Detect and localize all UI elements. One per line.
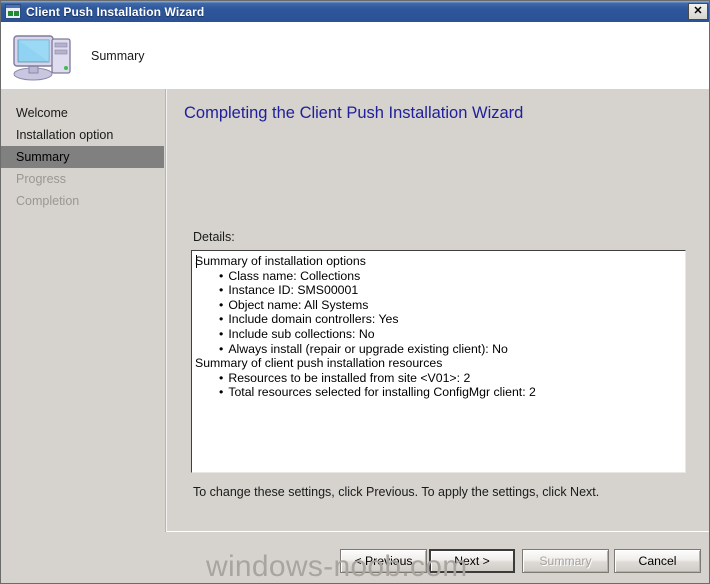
detail-line: Include sub collections: No <box>195 327 681 342</box>
text-caret <box>196 255 197 268</box>
detail-line: Instance ID: SMS00001 <box>195 283 681 298</box>
computer-icon <box>13 34 71 80</box>
client-push-installation-wizard-window: Client Push Installation Wizard ✕ Summar… <box>0 0 710 584</box>
details-content: Summary of installation options Class na… <box>192 251 685 404</box>
sidebar-item-installation-option[interactable]: Installation option <box>1 124 164 146</box>
cancel-button[interactable]: Cancel <box>614 549 701 573</box>
window-title: Client Push Installation Wizard <box>26 4 205 19</box>
title-bar: Client Push Installation Wizard ✕ <box>1 1 709 22</box>
detail-line: Always install (repair or upgrade existi… <box>195 342 681 357</box>
instruction-text: To change these settings, click Previous… <box>193 485 600 499</box>
close-icon[interactable]: ✕ <box>688 3 708 20</box>
detail-line: Include domain controllers: Yes <box>195 312 681 327</box>
button-bar: < Previous Next > Summary Cancel <box>167 532 709 583</box>
wizard-steps-sidebar: Welcome Installation option Summary Prog… <box>1 89 164 583</box>
header-caption: Summary <box>91 48 145 63</box>
wizard-header: Summary <box>1 22 709 89</box>
detail-line: Object name: All Systems <box>195 298 681 313</box>
details-textbox[interactable]: Summary of installation options Class na… <box>191 250 686 473</box>
detail-line: Summary of installation options <box>195 254 366 268</box>
summary-button: Summary <box>522 549 609 573</box>
details-label: Details: <box>193 230 235 244</box>
sidebar-item-completion: Completion <box>16 194 80 208</box>
bottom-left-strip <box>1 532 167 583</box>
page-title: Completing the Client Push Installation … <box>184 104 524 122</box>
sidebar-item-progress: Progress <box>16 172 67 186</box>
detail-line: Resources to be installed from site <V01… <box>195 371 681 386</box>
next-button[interactable]: Next > <box>429 549 515 573</box>
detail-line: Class name: Collections <box>195 269 681 284</box>
detail-line: Summary of client push installation reso… <box>195 356 443 371</box>
sidebar-item-welcome[interactable]: Welcome <box>1 102 164 124</box>
sidebar-item-summary[interactable]: Summary <box>1 146 164 168</box>
previous-button[interactable]: < Previous <box>340 549 427 573</box>
main-pane: Completing the Client Push Installation … <box>167 89 709 531</box>
detail-line: Total resources selected for installing … <box>195 385 681 400</box>
wizard-window-icon <box>5 4 21 19</box>
